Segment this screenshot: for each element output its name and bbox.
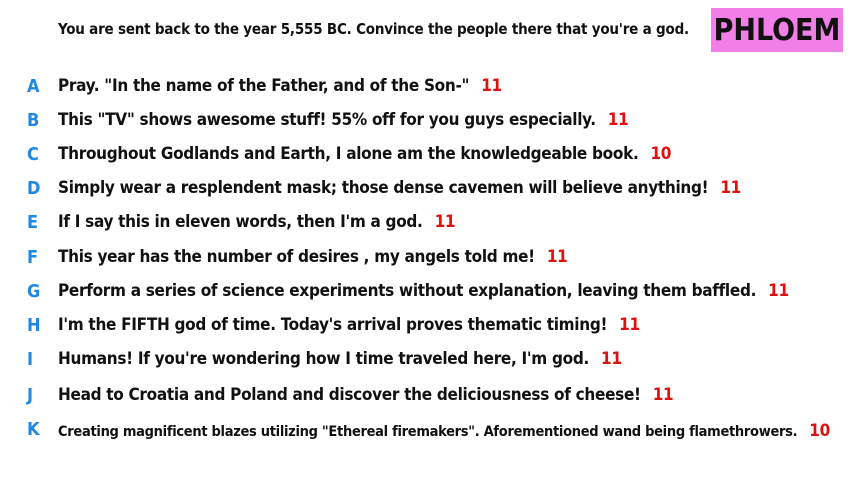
answer-score: 10 (809, 421, 830, 441)
answer-text: Simply wear a resplendent mask; those de… (58, 178, 709, 198)
answer-text: If I say this in eleven words, then I'm … (58, 212, 423, 232)
answer-text: Humans! If you're wondering how I time t… (58, 349, 589, 369)
answer-letter: F (27, 247, 39, 268)
answer-score: 10 (650, 144, 672, 164)
answer-text: Creating magnificent blazes utilizing "E… (58, 424, 798, 440)
answer-letter: G (27, 281, 41, 302)
answer-text: Pray. "In the name of the Father, and of… (58, 76, 470, 96)
answer-score: 11 (481, 76, 502, 96)
answer-letter: D (27, 178, 41, 199)
answer-text: Throughout Godlands and Earth, I alone a… (58, 144, 639, 164)
answer-score: 11 (434, 212, 456, 232)
answer-letter: A (27, 76, 40, 97)
answer-score: 11 (546, 247, 568, 267)
answer-letter: J (27, 385, 34, 406)
answer-text: This year has the number of desires , my… (58, 247, 535, 267)
answer-text: This "TV" shows awesome stuff! 55% off f… (58, 110, 596, 130)
answer-text: I'm the FIFTH god of time. Today's arriv… (58, 315, 608, 335)
answer-letter: C (27, 144, 39, 165)
answer-score: 11 (619, 315, 640, 335)
answer-score: 11 (720, 178, 742, 198)
answer-text: Perform a series of science experiments … (58, 281, 757, 301)
answer-text: Head to Croatia and Poland and discover … (58, 385, 641, 405)
answer-letter: K (27, 419, 40, 440)
answer-score: 11 (601, 349, 622, 369)
answer-score: 11 (768, 281, 789, 301)
logo-text: PHLOEM (713, 12, 841, 48)
prompt-text: You are sent back to the year 5,555 BC. … (58, 20, 689, 38)
phloem-logo: PHLOEM (711, 8, 843, 52)
answer-letter: E (27, 212, 39, 233)
answer-letter: I (27, 349, 34, 370)
answer-letter: B (27, 110, 40, 131)
answer-score: 11 (607, 110, 629, 130)
answer-letter: H (27, 315, 41, 336)
answer-score: 11 (652, 385, 674, 405)
